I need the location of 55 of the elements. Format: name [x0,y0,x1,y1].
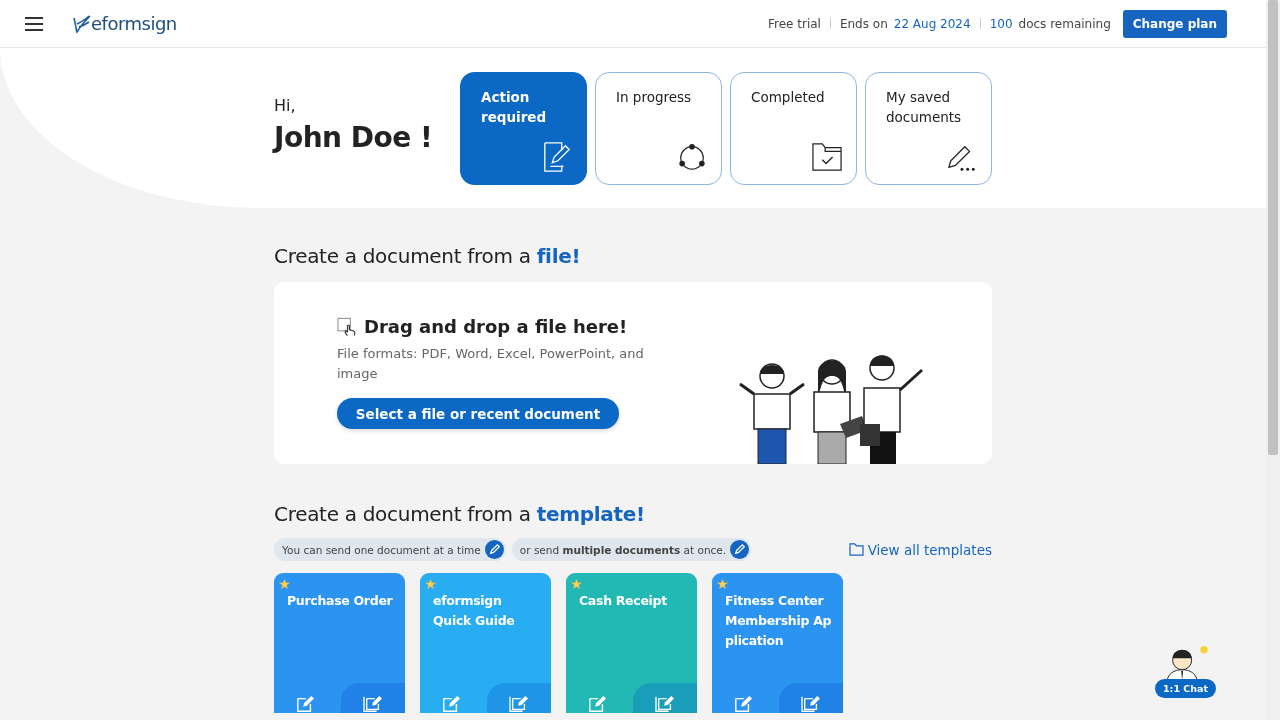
template-name: Purchase Order [287,592,394,610]
status-card[interactable]: My saved documents [865,72,992,185]
edit-icon[interactable] [440,695,462,713]
multi-edit-button[interactable] [779,683,843,713]
greeting-text: Hi, [274,96,297,115]
logo-text[interactable]: eformsign [91,13,177,34]
template-name: Cash Receipt [579,592,668,610]
docs-count: 100 [989,16,1013,31]
edit-icon[interactable] [732,695,754,713]
menu-icon[interactable] [25,16,43,31]
change-plan-button[interactable]: Change plan [1122,9,1227,38]
template-name: eformsign Quick Guide [433,592,516,630]
file-drop-area[interactable]: Drag and drop a file here! File formats: PDF, Word, Excel, PowerPoint, and image Select a file or recent document [274,282,992,464]
stacked-edit-icon [362,695,384,713]
section-title: Create a document from a template! [274,502,646,526]
star-icon [571,579,582,590]
status-card[interactable]: In progress [595,72,722,185]
template-card[interactable]: Purchase Order [274,573,405,713]
pencil-icon [484,540,504,559]
pencil-icon [730,540,750,559]
hint-text: You can send one document at a time [282,543,481,556]
logo-icon [71,14,91,34]
user-name: John Doe ! [274,121,434,154]
file-formats-text: File formats: PDF, Word, Excel, PowerPoint, and image [337,345,645,383]
ends-label: Ends on [839,16,888,31]
hint-text: or send multiple documents at once. [519,543,727,556]
drop-title: Drag and drop a file here! [364,316,628,337]
end-date: 22 Aug 2024 [893,16,971,31]
template-card[interactable]: Fitness Center Membership Ap plication [712,573,843,713]
file-hand-icon [337,316,358,337]
document-pen-icon [542,142,572,172]
docs-label: docs remaining [1018,16,1111,31]
multi-edit-button[interactable] [487,683,551,713]
multi-edit-button[interactable] [341,683,405,713]
cycle-icon [677,142,707,172]
star-icon [717,579,728,590]
status-card[interactable]: Action required [460,72,587,185]
folder-icon [848,543,864,556]
trial-label: Free trial [767,16,821,31]
status-card[interactable]: Completed [730,72,857,185]
multi-edit-button[interactable] [633,683,697,713]
star-icon [279,579,290,590]
stacked-edit-icon [654,695,676,713]
scroll-thumb[interactable] [1268,0,1278,455]
chat-button[interactable]: 1:1 Chat [1155,679,1216,698]
select-file-button[interactable]: Select a file or recent document [337,398,619,429]
section-title: Create a document from a file! [274,244,582,268]
edit-icon[interactable] [294,695,316,713]
star-icon [425,579,436,590]
folder-check-icon [812,142,842,172]
edit-icon[interactable] [586,695,608,713]
stacked-edit-icon [800,695,822,713]
view-all-templates-link[interactable]: View all templates [848,541,992,558]
template-name: Fitness Center Membership Ap plication [725,592,833,650]
stacked-edit-icon [508,695,530,713]
